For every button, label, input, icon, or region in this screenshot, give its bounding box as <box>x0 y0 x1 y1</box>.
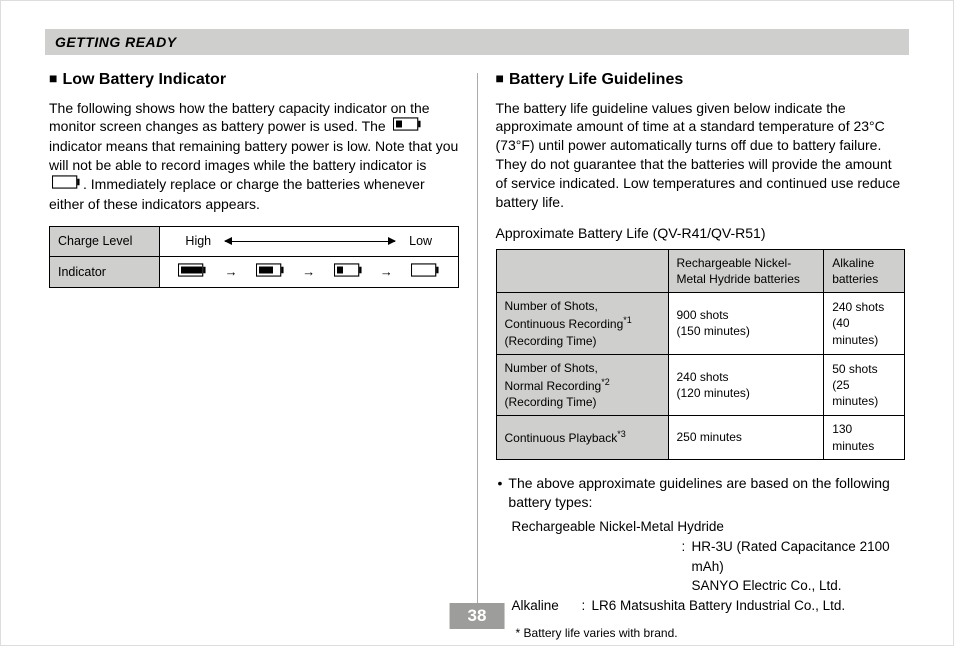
bullet-note: • The above approximate guidelines are b… <box>498 474 906 512</box>
battery-life-table: Rechargeable Nickel-Metal Hydride batter… <box>496 249 906 460</box>
battery-two-thirds-icon <box>256 263 284 282</box>
footnote: * Battery life varies with brand. <box>516 625 906 641</box>
battery-one-third-icon <box>334 263 362 282</box>
table-row: Charge Level High Low <box>50 226 459 256</box>
arrow-right-icon: → <box>380 263 393 281</box>
battery-spec-block: Rechargeable Nickel-Metal Hydride : HR-3… <box>512 517 906 615</box>
alk-cell: 50 shots(25 minutes) <box>824 354 905 416</box>
arrow-right-icon: → <box>225 263 238 281</box>
table-row: Indicator → → → <box>50 256 459 288</box>
left-heading-text: Low Battery Indicator <box>62 71 226 88</box>
nmh-cell: 250 minutes <box>668 416 824 459</box>
charge-indicator-table: Charge Level High Low Indicator <box>49 226 459 289</box>
nmh-cell: 900 shots(150 minutes) <box>668 293 824 355</box>
square-bullet-icon: ■ <box>49 70 57 86</box>
bullet-icon: • <box>498 474 503 512</box>
para-frag-b: indicator means that remaining battery p… <box>49 138 458 173</box>
alk-spec-val: LR6 Matsushita Battery Industrial Co., L… <box>592 596 846 616</box>
nmh-spec-label: Rechargeable Nickel-Metal Hydride <box>512 517 906 537</box>
left-column: ■ Low Battery Indicator The following sho… <box>45 69 477 641</box>
section-header: GETTING READY <box>45 29 909 55</box>
battery-empty-icon <box>411 263 439 282</box>
battery-full-icon <box>178 263 206 282</box>
row-label: Continuous Playback*3 <box>496 416 668 459</box>
nmh-spec-1: HR-3U (Rated Capacitance 2100 mAh) <box>692 537 906 576</box>
right-heading-text: Battery Life Guidelines <box>509 71 683 88</box>
footnote-text: Battery life varies with brand. <box>524 626 678 640</box>
square-bullet-icon: ■ <box>496 70 504 86</box>
battery-empty-icon <box>52 175 80 194</box>
manual-page: GETTING READY ■ Low Battery Indicator The… <box>0 0 954 646</box>
table-row: Rechargeable Nickel-Metal Hydride batter… <box>496 249 905 292</box>
indicator-label: Indicator <box>50 256 160 288</box>
table-caption: Approximate Battery Life (QV-R41/QV-R51) <box>496 224 906 243</box>
charge-level-label: Charge Level <box>50 226 160 256</box>
alkaline-header: Alkaline batteries <box>824 249 905 292</box>
table-row: Continuous Playback*3 250 minutes 130 mi… <box>496 416 905 459</box>
arrow-right-icon: → <box>302 263 315 281</box>
battery-low-icon <box>393 117 421 136</box>
table-row: Number of Shots, Continuous Recording*1 … <box>496 293 905 355</box>
table-row: Number of Shots, Normal Recording*2 (Rec… <box>496 354 905 416</box>
nmh-cell: 240 shots(120 minutes) <box>668 354 824 416</box>
row-label: Number of Shots, Normal Recording*2 (Rec… <box>496 354 668 416</box>
low-label: Low <box>409 233 432 250</box>
alk-cell: 240 shots(40 minutes) <box>824 293 905 355</box>
para-frag-a: The following shows how the battery capa… <box>49 100 430 135</box>
high-label: High <box>185 233 211 250</box>
page-number: 38 <box>450 603 505 629</box>
alk-cell: 130 minutes <box>824 416 905 459</box>
left-heading: ■ Low Battery Indicator <box>49 69 459 91</box>
double-arrow-icon <box>225 241 395 242</box>
row-label: Number of Shots, Continuous Recording*1 … <box>496 293 668 355</box>
para-frag-c: . Immediately replace or charge the batt… <box>49 176 425 212</box>
empty-header <box>496 249 668 292</box>
guidelines-paragraph: The battery life guideline values given … <box>496 99 906 212</box>
charge-level-cell: High Low <box>160 226 459 256</box>
indicator-cell: → → → <box>160 256 459 288</box>
bullet-text: The above approximate guidelines are bas… <box>508 474 905 512</box>
two-column-layout: ■ Low Battery Indicator The following sho… <box>45 69 909 641</box>
right-heading: ■ Battery Life Guidelines <box>496 69 906 91</box>
nmh-spec-2: SANYO Electric Co., Ltd. <box>692 576 842 596</box>
right-column: ■ Battery Life Guidelines The battery lif… <box>478 69 910 641</box>
low-battery-paragraph: The following shows how the battery capa… <box>49 99 459 214</box>
nmh-header: Rechargeable Nickel-Metal Hydride batter… <box>668 249 824 292</box>
asterisk-icon: * <box>516 626 524 640</box>
alk-spec-label: Alkaline <box>512 596 582 616</box>
